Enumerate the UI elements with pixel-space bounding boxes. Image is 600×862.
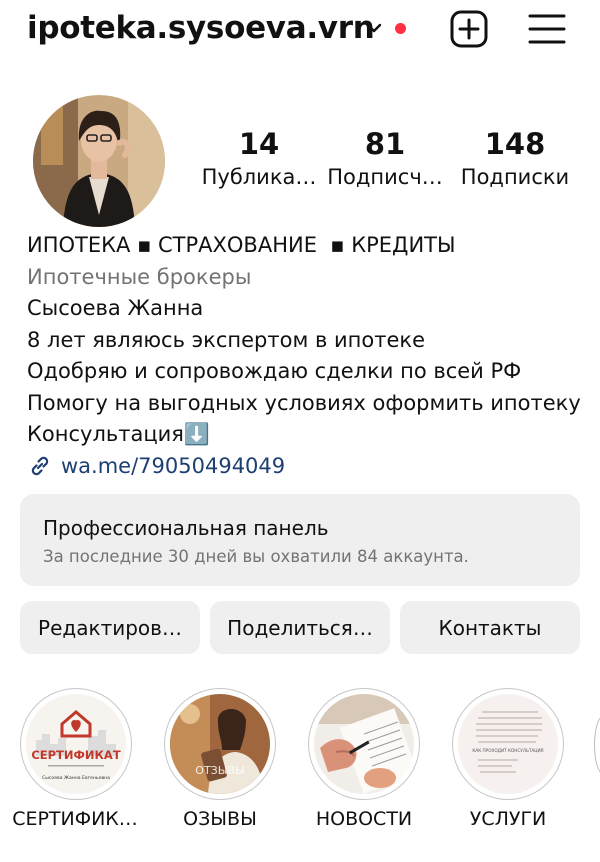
plus-square-icon[interactable] xyxy=(450,10,488,48)
bio-name: Сысоева Жанна xyxy=(27,296,204,320)
share-profile-button[interactable]: Поделиться… xyxy=(210,601,390,654)
bio-line: Помогу на выгодных условиях оформить ипо… xyxy=(27,390,581,415)
highlight-reviews-thumb: ОТЗЫВЫ xyxy=(170,694,270,794)
bio-link[interactable]: wa.me/79050494049 xyxy=(27,451,587,483)
chevron-down-icon[interactable] xyxy=(364,18,384,38)
username-title[interactable]: ipoteka.sysoeva.vrn xyxy=(27,10,375,46)
highlight-label[interactable]: УСЛУГИ xyxy=(446,808,570,830)
highlight-reviews[interactable]: ОТЗЫВЫ xyxy=(164,688,276,800)
notification-dot xyxy=(395,23,406,34)
highlight-certificate-thumb: СЕРТИФИКАТ Сысоева Жанна Евгеньевна xyxy=(26,694,126,794)
highlight-label[interactable]: СЕРТИФИК… xyxy=(0,808,150,830)
followers-count[interactable]: 81 Подписч… xyxy=(323,126,447,192)
link-icon xyxy=(31,457,49,476)
following-count[interactable]: 148 Подписки xyxy=(456,126,574,192)
profile-bio: ИПОТЕКА ▪ СТРАХОВАНИЕ ▪ КРЕДИТЫ Ипотечны… xyxy=(27,230,587,482)
highlight-label[interactable]: НОВОСТИ xyxy=(302,808,426,830)
bio-headline: ИПОТЕКА ▪ СТРАХОВАНИЕ ▪ КРЕДИТЫ xyxy=(27,233,456,257)
following-count-label: Подписки xyxy=(460,165,570,189)
top-bar: ipoteka.sysoeva.vrn xyxy=(0,0,600,58)
highlight-certificate[interactable]: СЕРТИФИКАТ Сысоева Жанна Евгеньевна xyxy=(20,688,132,800)
dashboard-title: Профессиональная панель xyxy=(43,516,329,540)
hamburger-menu-icon[interactable] xyxy=(528,12,566,46)
certificate-thumb-subtitle: Сысоева Жанна Евгеньевна xyxy=(42,775,110,781)
contacts-button[interactable]: Контакты xyxy=(400,601,580,654)
posts-count-label: Публика… xyxy=(201,165,317,189)
following-count-value: 148 xyxy=(484,127,546,161)
reviews-thumb-title: ОТЗЫВЫ xyxy=(195,764,244,777)
followers-count-value: 81 xyxy=(364,127,406,161)
next-highlight-edge[interactable] xyxy=(594,715,600,775)
services-thumb-title: КАК ПРОХОДИТ КОНСУЛЬТАЦИЯ xyxy=(472,748,543,753)
bio-line: Консультация⬇️ xyxy=(27,422,211,446)
posts-count[interactable]: 14 Публика… xyxy=(199,126,319,192)
professional-dashboard[interactable]: Профессиональная панель За последние 30 … xyxy=(20,494,580,586)
bio-category: Ипотечные брокеры xyxy=(27,264,252,289)
highlight-label[interactable]: ОЗЫВЫ xyxy=(158,808,282,830)
avatar-photo xyxy=(33,95,165,227)
highlight-services-thumb: КАК ПРОХОДИТ КОНСУЛЬТАЦИЯ xyxy=(458,694,558,794)
profile-avatar[interactable] xyxy=(33,95,165,227)
bio-link-text[interactable]: wa.me/79050494049 xyxy=(61,451,285,483)
dashboard-subtitle: За последние 30 дней вы охватили 84 акка… xyxy=(43,547,469,566)
bio-line: Одобряю и сопровождаю сделки по всей РФ xyxy=(27,359,522,383)
bio-line: 8 лет являюсь экспертом в ипотеке xyxy=(27,327,425,352)
posts-count-value: 14 xyxy=(238,127,280,161)
edit-profile-button[interactable]: Редактиров… xyxy=(20,601,200,654)
certificate-thumb-title: СЕРТИФИКАТ xyxy=(31,748,121,762)
highlight-services[interactable]: КАК ПРОХОДИТ КОНСУЛЬТАЦИЯ xyxy=(452,688,564,800)
highlight-news-thumb xyxy=(314,694,414,794)
followers-count-label: Подписч… xyxy=(327,165,443,189)
highlight-news[interactable] xyxy=(308,688,420,800)
